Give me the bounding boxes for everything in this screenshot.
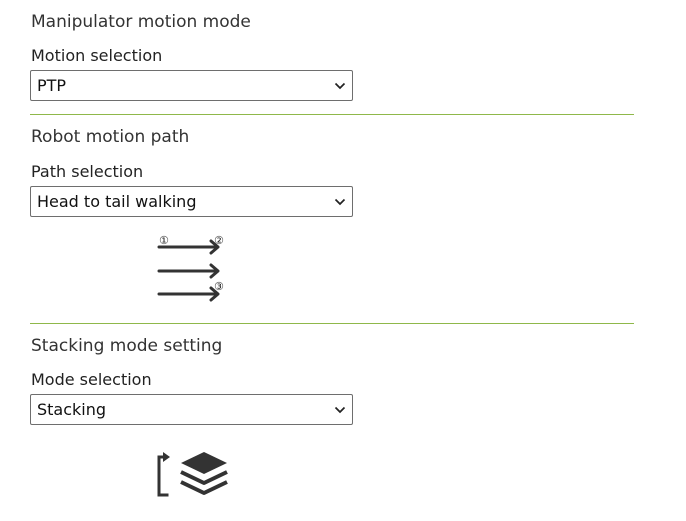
mode-selection-label: Mode selection (31, 370, 152, 389)
motion-mode-title: Manipulator motion mode (31, 12, 251, 32)
motion-path-title: Robot motion path (31, 127, 190, 147)
path-selection-dropdown[interactable]: Head to tail walking (30, 186, 353, 217)
stacking-mode-title: Stacking mode setting (31, 336, 223, 356)
path-arrows-icon: ① ② ③ (157, 234, 224, 302)
mode-selection-dropdown[interactable]: Stacking (30, 394, 353, 425)
stacking-layers-icon (157, 452, 228, 497)
motion-selection-label: Motion selection (31, 46, 163, 65)
path-marker-1: ① (159, 234, 169, 247)
path-marker-2: ② (214, 234, 224, 247)
chevron-down-icon (334, 82, 346, 90)
motion-selection-value: PTP (37, 76, 67, 95)
path-selection-label: Path selection (31, 162, 144, 181)
chevron-down-icon (334, 406, 346, 414)
section-divider (30, 114, 634, 115)
path-marker-3: ③ (214, 280, 224, 293)
motion-selection-dropdown[interactable]: PTP (30, 70, 353, 101)
path-selection-value: Head to tail walking (37, 192, 197, 211)
mode-selection-value: Stacking (37, 400, 107, 419)
section-divider (30, 323, 634, 324)
chevron-down-icon (334, 198, 346, 206)
